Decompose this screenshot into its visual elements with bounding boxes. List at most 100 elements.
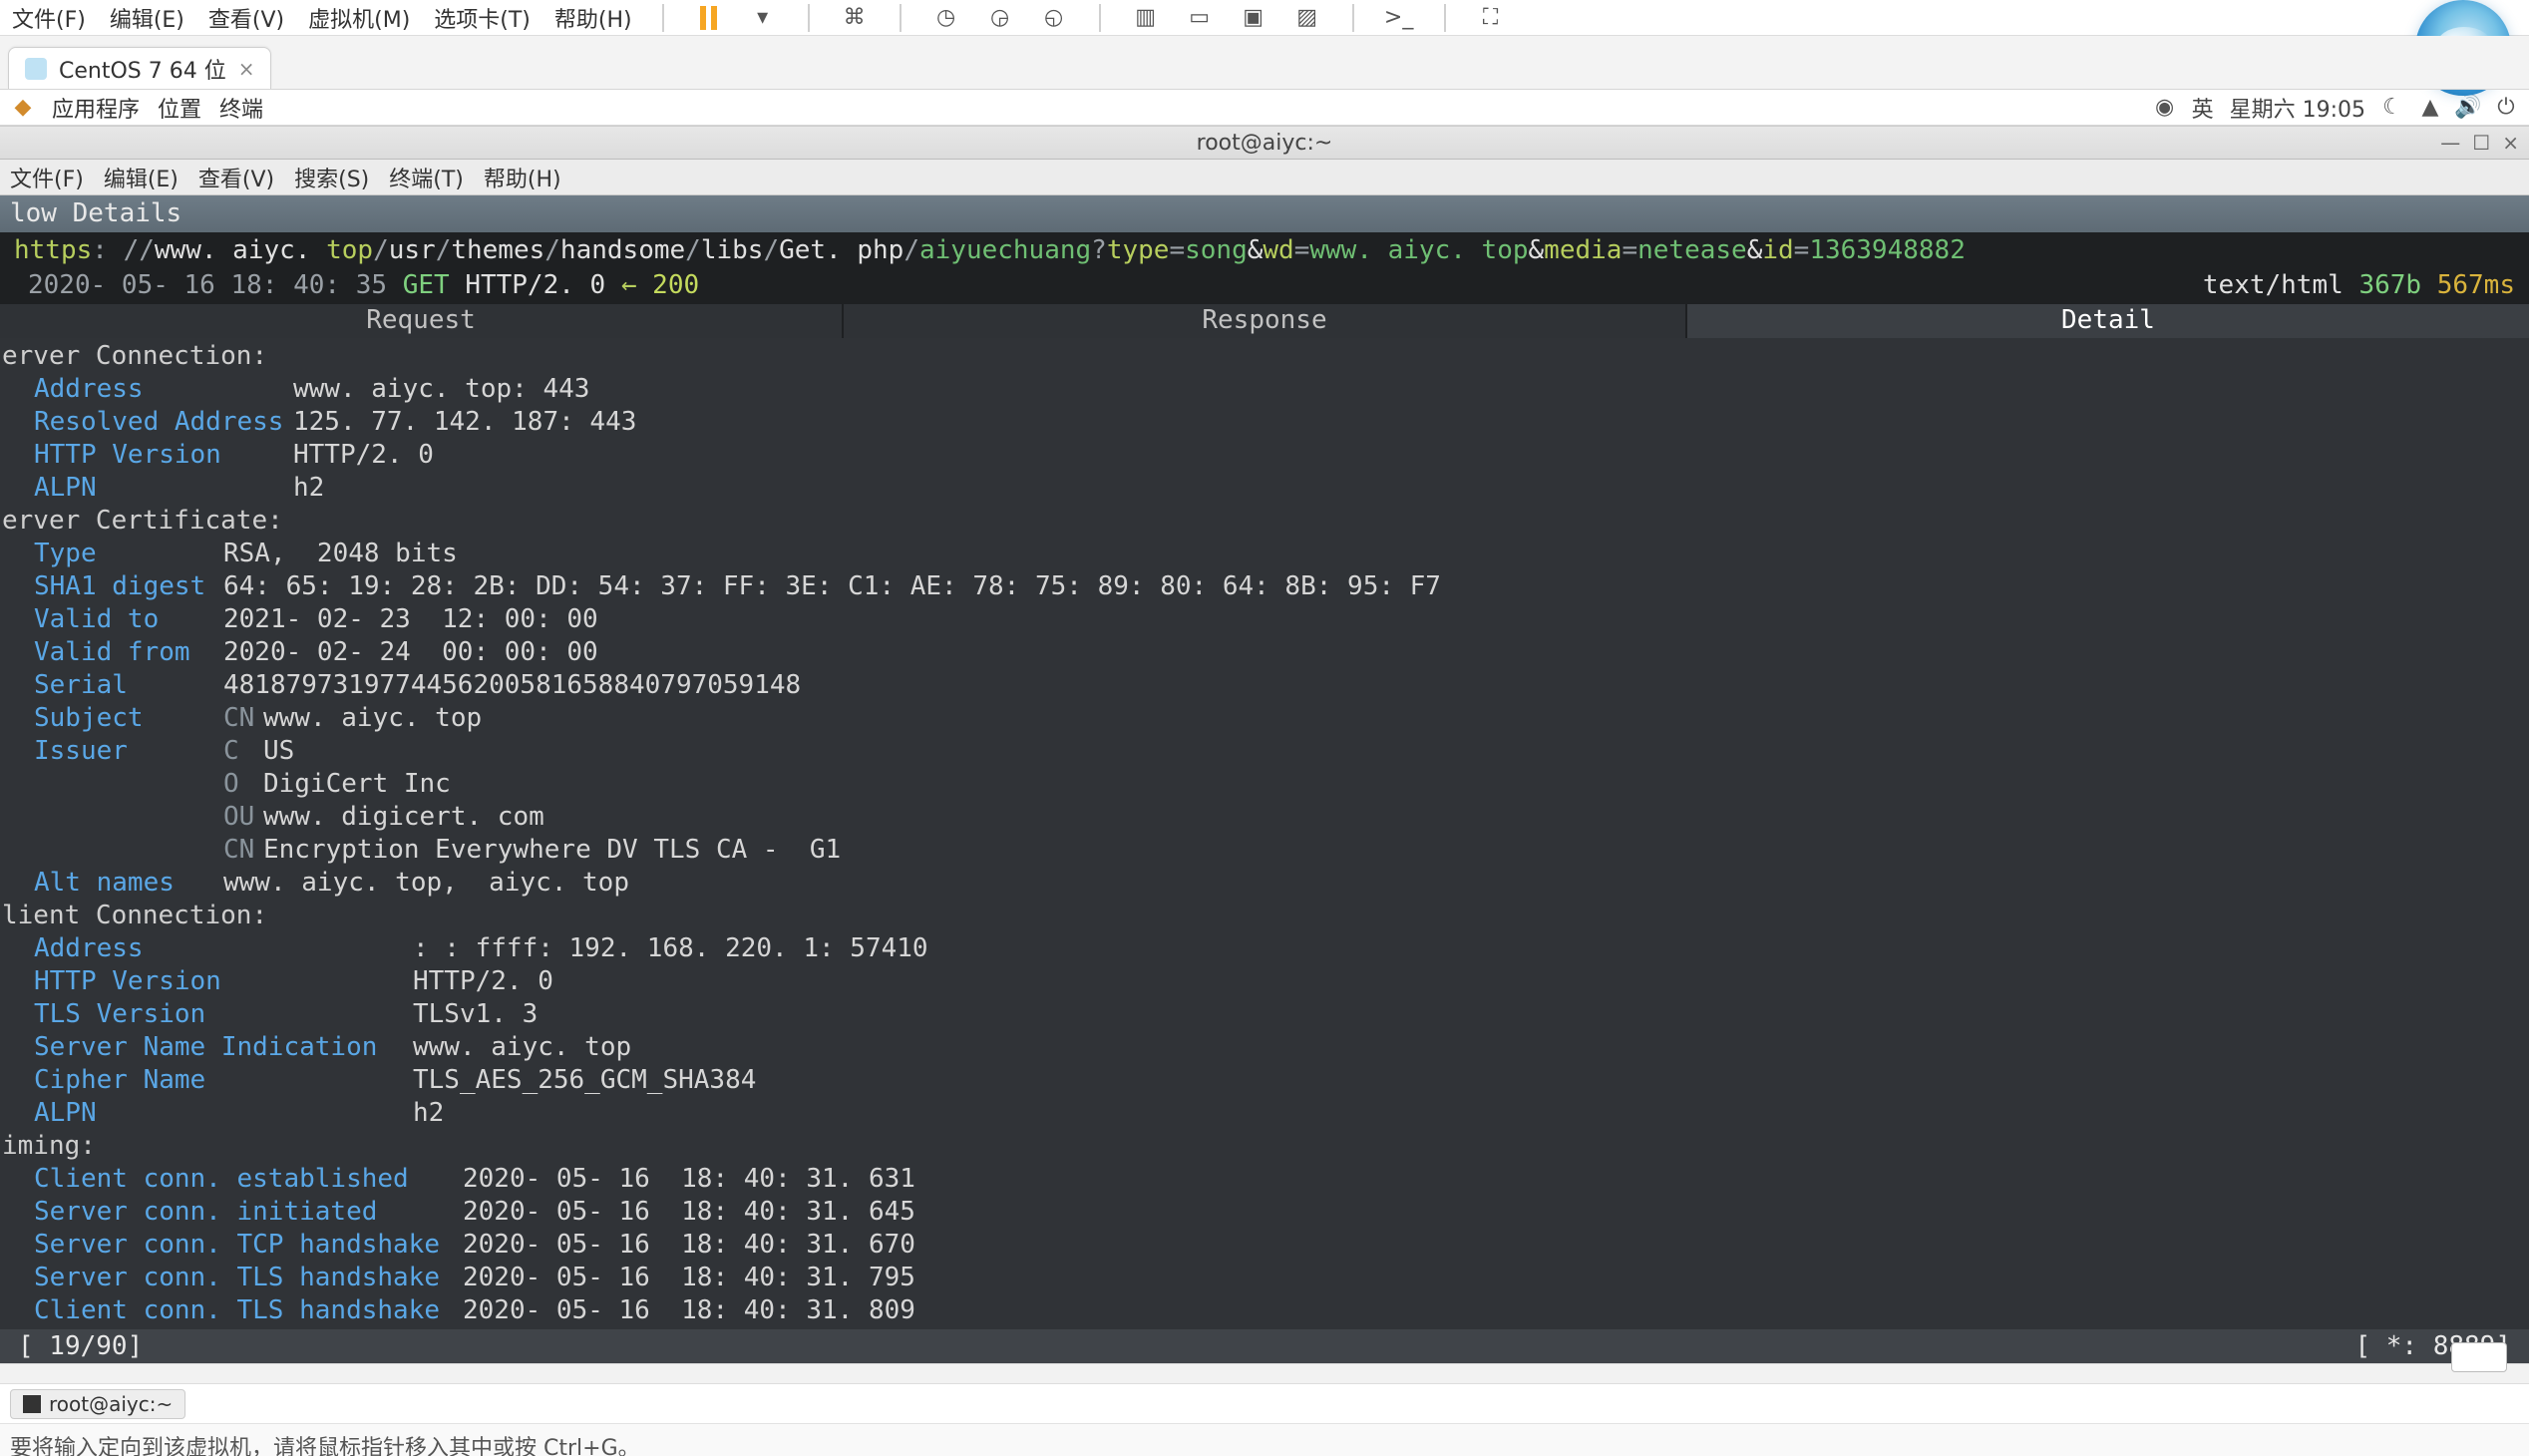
param-key: media xyxy=(1544,235,1622,265)
app-menu-edit[interactable]: 编辑(E) xyxy=(104,162,179,193)
menu-item-edit[interactable]: 编辑(E) xyxy=(110,2,184,34)
kv-row-subject: SubjectCNwww. aiyc. top xyxy=(0,702,2529,735)
fullscreen-icon[interactable]: ⛶ xyxy=(1476,3,1506,33)
kv-key: HTTP Version xyxy=(34,439,293,472)
volume-icon[interactable]: 🔊 xyxy=(2457,97,2479,119)
kv-row-issuer-line: CNEncryption Everywhere DV TLS CA - G1 xyxy=(0,834,2529,867)
unity-icon[interactable]: ▭ xyxy=(1185,3,1215,33)
minimize-icon[interactable]: — xyxy=(2440,131,2460,155)
guest-taskbar: root@aiyc:~ xyxy=(0,1383,2529,1423)
night-icon[interactable]: ☾ xyxy=(2381,97,2403,119)
kv-value: www. digicert. com xyxy=(263,801,544,834)
accessibility-icon[interactable]: ◉ xyxy=(2154,97,2176,119)
param-val: song xyxy=(1185,235,1248,265)
menu-item-view[interactable]: 查看(V) xyxy=(208,2,284,34)
status-code: 200 xyxy=(652,270,699,300)
kv-row: Cipher NameTLS_AES_256_GCM_SHA384 xyxy=(0,1064,2529,1097)
app-menu-search[interactable]: 搜索(S) xyxy=(294,162,369,193)
guest-panel: ◆ 应用程序 位置 终端 ◉ 英 星期六 19:05 ☾ ▲ 🔊 ⏻ xyxy=(0,90,2529,126)
kv-value: 2020- 05- 16 18: 40: 31. 631 xyxy=(463,1163,915,1196)
url-tld: top xyxy=(326,235,373,265)
snapshot-manage-icon[interactable]: ◵ xyxy=(1039,3,1069,33)
close-icon[interactable]: × xyxy=(238,57,255,81)
kv-value: 2020- 02- 24 00: 00: 00 xyxy=(223,636,598,669)
panel-item-terminal[interactable]: 终端 xyxy=(219,92,263,124)
kv-value: 64: 65: 19: 28: 2B: DD: 54: 37: FF: 3E: … xyxy=(223,570,1441,603)
kv-row-altnames: Alt nameswww. aiyc. top, aiyc. top xyxy=(0,867,2529,900)
flow-detail-body[interactable]: erver Connection: Addresswww. aiyc. top:… xyxy=(0,338,2529,1329)
taskbar-item-terminal[interactable]: root@aiyc:~ xyxy=(10,1389,185,1419)
power-icon[interactable]: ⏻ xyxy=(2495,97,2517,119)
kv-row: Server conn. initiated2020- 05- 16 18: 4… xyxy=(0,1196,2529,1229)
kv-row-issuer-line: ODigiCert Inc xyxy=(0,768,2529,801)
menu-item-tabs[interactable]: 选项卡(T) xyxy=(434,2,531,34)
ime-pill[interactable] xyxy=(2451,1342,2507,1372)
kv-row: Client conn. TLS handshake2020- 05- 16 1… xyxy=(0,1294,2529,1327)
url-seg: usr xyxy=(389,235,436,265)
kv-value: 2021- 02- 23 12: 00: 00 xyxy=(223,603,598,636)
snapshot-revert-icon[interactable]: ◶ xyxy=(985,3,1015,33)
arrow-left-icon: ← xyxy=(621,270,637,300)
dropdown-icon[interactable]: ▾ xyxy=(748,3,778,33)
section-server-cert: erver Certificate: xyxy=(0,505,2529,538)
pause-icon[interactable] xyxy=(694,3,724,33)
host-menubar: 文件(F) 编辑(E) 查看(V) 虚拟机(M) 选项卡(T) 帮助(H) ▾ … xyxy=(0,0,2529,36)
tab-response[interactable]: Response xyxy=(844,304,1687,338)
kv-key: Server conn. TCP handshake xyxy=(34,1229,463,1262)
app-menu-view[interactable]: 查看(V) xyxy=(198,162,274,193)
menu-item-help[interactable]: 帮助(H) xyxy=(554,2,632,34)
slash-icon: / xyxy=(763,235,779,265)
app-menu-help[interactable]: 帮助(H) xyxy=(484,162,561,193)
send-ctrl-alt-del-icon[interactable]: ⌘ xyxy=(840,3,870,33)
close-icon[interactable]: × xyxy=(2502,131,2519,155)
kv-value: www. aiyc. top, aiyc. top xyxy=(223,867,629,900)
panel-clock[interactable]: 星期六 19:05 xyxy=(2230,92,2365,124)
status-proto: HTTP/2. 0 xyxy=(465,270,605,300)
url-scheme: https xyxy=(14,235,92,265)
kv-key: Server conn. initiated xyxy=(34,1196,463,1229)
kv-row: Valid to2021- 02- 23 12: 00: 00 xyxy=(0,603,2529,636)
network-icon[interactable]: ▲ xyxy=(2419,97,2441,119)
panel-item-places[interactable]: 位置 xyxy=(158,92,201,124)
maximize-icon[interactable]: ☐ xyxy=(2472,131,2490,155)
kv-value: RSA, 2048 bits xyxy=(223,538,458,570)
tab-request[interactable]: Request xyxy=(0,304,844,338)
kv-row: Addresswww. aiyc. top: 443 xyxy=(0,373,2529,406)
thumbnail-icon[interactable]: ▣ xyxy=(1239,3,1268,33)
kv-row: Address: : ffff: 192. 168. 220. 1: 57410 xyxy=(0,932,2529,965)
app-menu-file[interactable]: 文件(F) xyxy=(10,162,84,193)
layout-icon[interactable]: ▥ xyxy=(1131,3,1161,33)
url-seg: libs xyxy=(701,235,764,265)
kv-value: US xyxy=(263,735,294,768)
kv-key: Server Name Indication xyxy=(34,1031,413,1064)
param-key: wd xyxy=(1263,235,1293,265)
panel-item-apps[interactable]: 应用程序 xyxy=(52,92,140,124)
kv-value: 4818797319774456200581658840797059148 xyxy=(223,669,801,702)
app-menu-term[interactable]: 终端(T) xyxy=(389,162,464,193)
kv-key: Address xyxy=(34,373,293,406)
status-duration: 567ms xyxy=(2437,270,2515,300)
separator xyxy=(808,4,810,32)
kv-row: HTTP VersionHTTP/2. 0 xyxy=(0,439,2529,472)
activities-icon[interactable]: ◆ xyxy=(12,97,34,119)
kv-row: Valid from2020- 02- 24 00: 00: 00 xyxy=(0,636,2529,669)
param-key: type xyxy=(1107,235,1170,265)
separator xyxy=(662,4,664,32)
console-icon[interactable]: >_ xyxy=(1384,3,1414,33)
stretch-icon[interactable]: ▨ xyxy=(1292,3,1322,33)
kv-value: www. aiyc. top: 443 xyxy=(293,373,589,406)
menu-item-vm[interactable]: 虚拟机(M) xyxy=(308,2,410,34)
dn-component: CN xyxy=(223,702,263,735)
kv-key: HTTP Version xyxy=(34,965,413,998)
dn-component: CN xyxy=(223,834,263,867)
taskbar-item-label: root@aiyc:~ xyxy=(49,1392,173,1416)
menu-item-file[interactable]: 文件(F) xyxy=(12,2,86,34)
ime-indicator[interactable]: 英 xyxy=(2192,92,2214,124)
window-title: root@aiyc:~ xyxy=(1197,131,1333,156)
snapshot-take-icon[interactable]: ◷ xyxy=(931,3,961,33)
separator xyxy=(1352,4,1354,32)
kv-value: TLSv1. 3 xyxy=(413,998,538,1031)
section-timing: iming: xyxy=(0,1130,2529,1163)
tab-detail[interactable]: Detail xyxy=(1687,304,2529,338)
vm-tab-centos[interactable]: CentOS 7 64 位 × xyxy=(8,47,271,89)
